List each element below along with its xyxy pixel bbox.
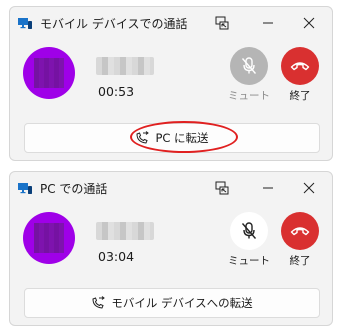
close-button[interactable] <box>295 177 323 199</box>
transfer-to-pc-button[interactable]: PC に転送 <box>24 121 320 153</box>
avatar <box>23 212 75 264</box>
minimize-button[interactable] <box>254 12 282 34</box>
caller-name-redacted <box>96 222 154 240</box>
title-bar: PC での通話 <box>10 172 332 204</box>
highlight-annotation <box>130 121 238 153</box>
mute-button[interactable] <box>230 47 268 85</box>
window-title: モバイル デバイスでの通話 <box>40 17 188 31</box>
monitor-phone-icon <box>18 183 32 194</box>
compact-overlay-icon <box>215 181 229 195</box>
transfer-label: モバイル デバイスへの転送 <box>111 296 253 310</box>
end-call-button[interactable] <box>281 47 319 85</box>
transfer-to-mobile-button[interactable]: モバイル デバイスへの転送 <box>24 288 320 318</box>
compact-overlay-button[interactable] <box>208 12 236 34</box>
mic-off-icon <box>241 222 257 239</box>
compact-overlay-icon <box>215 16 229 30</box>
end-call-label: 終了 <box>289 255 311 267</box>
call-window-mobile: モバイル デバイスでの通話 00:53 ミュート 終了 PC に転送 <box>9 6 333 161</box>
phone-transfer-icon <box>92 296 106 309</box>
close-button[interactable] <box>295 12 323 34</box>
mute-label: ミュート <box>228 255 270 267</box>
end-call-label: 終了 <box>289 90 311 102</box>
caller-name-redacted <box>96 57 154 75</box>
minimize-button[interactable] <box>254 177 282 199</box>
call-duration: 00:53 <box>98 84 135 99</box>
hang-up-icon <box>290 62 310 71</box>
call-window-pc: PC での通話 03:04 ミュート 終了 モバイル デバイスへの転送 <box>9 171 333 326</box>
minimize-icon <box>263 22 273 24</box>
close-icon <box>303 182 315 194</box>
minimize-icon <box>263 187 273 189</box>
title-bar: モバイル デバイスでの通話 <box>10 7 332 39</box>
mute-label: ミュート <box>228 90 270 102</box>
monitor-phone-icon <box>18 18 32 29</box>
mic-off-icon <box>241 57 257 74</box>
avatar <box>23 47 75 99</box>
mute-button[interactable] <box>230 212 268 250</box>
call-duration: 03:04 <box>98 249 135 264</box>
window-title: PC での通話 <box>40 182 108 196</box>
close-icon <box>303 17 315 29</box>
compact-overlay-button[interactable] <box>208 177 236 199</box>
hang-up-icon <box>290 227 310 236</box>
end-call-button[interactable] <box>281 212 319 250</box>
